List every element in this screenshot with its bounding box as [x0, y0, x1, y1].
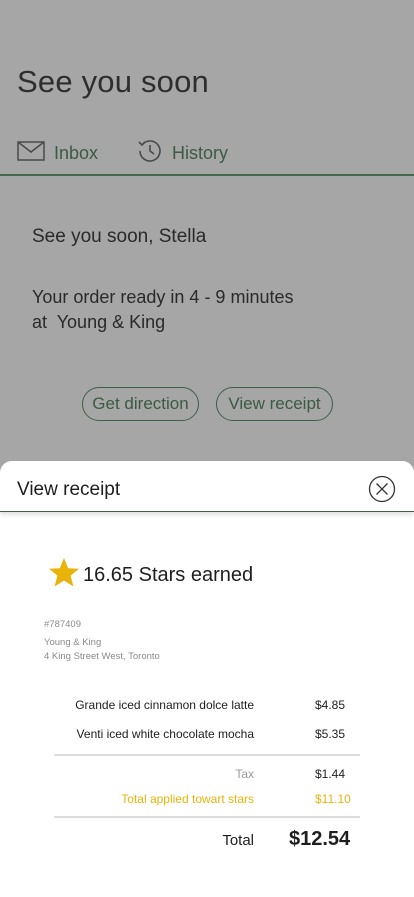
- list-item-price: $5.35: [315, 727, 346, 741]
- receipt-title: View receipt: [17, 479, 121, 500]
- order-eta-text: Your order ready in 4 - 9 minutes: [32, 287, 294, 307]
- receipt-header: View receipt: [0, 461, 414, 512]
- stars-applied-label: Total applied towart stars: [121, 792, 254, 806]
- list-item-name: Venti iced white chocolate mocha: [76, 727, 254, 741]
- stars-earned-text: 16.65 Stars earned: [83, 564, 254, 586]
- mail-icon: [17, 140, 45, 166]
- star-icon: [48, 557, 80, 594]
- tab-history[interactable]: History: [137, 136, 228, 170]
- order-location-text: at Young & King: [32, 312, 166, 332]
- store-address: 4 King Street West, Toronto: [44, 651, 160, 662]
- view-receipt-button[interactable]: View receipt: [216, 387, 333, 421]
- receipt-sheet: View receipt 16.65 Stars earned #787409 …: [0, 461, 414, 897]
- tax-value: $1.44: [315, 767, 346, 781]
- page-title: See you soon: [17, 64, 209, 99]
- list-item-name: Grande iced cinnamon dolce latte: [75, 698, 254, 712]
- greeting-text: See you soon, Stella: [32, 226, 207, 247]
- close-button[interactable]: [368, 475, 396, 503]
- tab-bar: Inbox History: [0, 136, 414, 176]
- total-label: Total: [222, 832, 254, 849]
- tab-history-label: History: [172, 142, 229, 163]
- divider: [54, 754, 360, 756]
- store-name: Young & King: [44, 637, 102, 648]
- total-value: $12.54: [289, 828, 351, 850]
- tax-label: Tax: [235, 767, 254, 781]
- order-number: #787409: [44, 619, 81, 630]
- stars-applied-value: $11.10: [315, 792, 351, 806]
- tab-inbox-label: Inbox: [54, 142, 99, 163]
- divider: [54, 816, 360, 818]
- order-status: Your order ready in 4 - 9 minutes at You…: [32, 285, 352, 335]
- history-icon: [137, 138, 163, 169]
- stars-earned: 16.65 Stars earned: [48, 557, 253, 594]
- get-direction-button[interactable]: Get direction: [82, 387, 199, 421]
- list-item-price: $4.85: [315, 698, 346, 712]
- tab-inbox[interactable]: Inbox: [17, 136, 98, 170]
- tab-divider: [0, 174, 414, 176]
- close-icon: [368, 475, 396, 507]
